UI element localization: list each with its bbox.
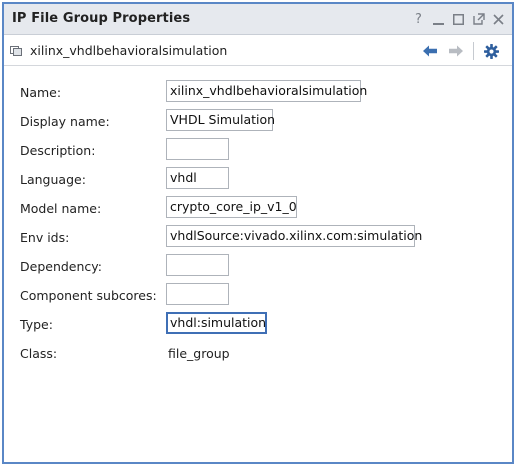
property-label: Component subcores: [20,288,157,303]
property-row-env-ids: Env ids: vhdlSource:vivado.xilinx.com:si… [4,225,512,251]
property-row-type: Type: vhdl:simulation [4,312,512,338]
window-controls: ? [411,10,506,28]
float-icon[interactable] [471,11,486,27]
properties-toolbar: xilinx_vhdlbehavioralsimulation [4,35,512,66]
model-name-field[interactable]: crypto_core_ip_v1_0 [166,196,297,218]
maximize-icon[interactable] [451,11,466,27]
env-ids-field[interactable]: vhdlSource:vivado.xilinx.com:simulation [166,225,422,247]
file-group-icon [10,46,22,56]
property-label: Description: [20,143,96,158]
property-label: Display name: [20,114,110,129]
title-bar: IP File Group Properties ? [4,4,512,35]
property-label: Name: [20,85,62,100]
object-name: xilinx_vhdlbehavioralsimulation [30,43,228,58]
property-row-name: Name: xilinx_vhdlbehavioralsimulation [4,80,512,106]
property-row-dependency: Dependency: [4,254,512,280]
property-label: Class: [20,346,58,361]
properties-window: IP File Group Properties ? xilinx_vhdlbe… [2,2,514,464]
window-title: IP File Group Properties [12,11,191,26]
property-row-display-name: Display name: VHDL Simulation [4,109,512,135]
property-label: Language: [20,172,86,187]
property-row-class: Class: file_group [4,341,512,367]
toolbar-buttons [417,42,504,60]
type-field[interactable]: vhdl:simulation [166,312,267,334]
property-label: Env ids: [20,230,70,245]
property-row-model-name: Model name: crypto_core_ip_v1_0 [4,196,512,222]
language-field[interactable]: vhdl [166,167,229,189]
property-label: Model name: [20,201,102,216]
property-row-component-subcores: Component subcores: [4,283,512,309]
component-subcores-field[interactable] [166,283,229,305]
name-field[interactable]: xilinx_vhdlbehavioralsimulation [166,80,367,102]
dependency-field[interactable] [166,254,229,276]
properties-form: Name: xilinx_vhdlbehavioralsimulation Di… [4,66,512,462]
display-name-field[interactable]: VHDL Simulation [166,109,275,131]
property-label: Type: [20,317,53,332]
class-value: file_group [168,346,230,361]
back-arrow-icon[interactable] [417,42,443,60]
property-row-description: Description: [4,138,512,164]
gear-icon[interactable] [478,42,504,60]
close-icon[interactable] [491,11,506,27]
forward-arrow-icon[interactable] [443,42,469,60]
property-label: Dependency: [20,259,102,274]
description-field[interactable] [166,138,229,160]
property-row-language: Language: vhdl [4,167,512,193]
help-icon[interactable]: ? [411,11,426,27]
minimize-icon[interactable] [431,11,446,27]
toolbar-separator [473,42,474,60]
